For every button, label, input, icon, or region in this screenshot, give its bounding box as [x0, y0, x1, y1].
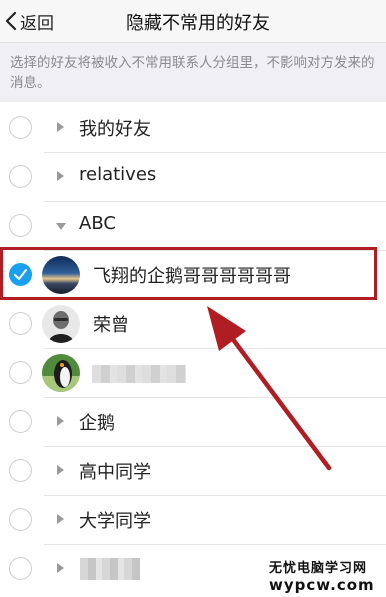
watermark-line2: wypcw.com [269, 576, 375, 594]
friend-row-selected[interactable]: 飞翔的企鹅哥哥哥哥哥哥 [0, 251, 386, 300]
expand-arrow-icon[interactable] [57, 514, 64, 524]
person-photo-icon [42, 305, 80, 343]
expand-arrow-icon[interactable] [57, 563, 64, 573]
avatar [42, 354, 80, 392]
watermark: 无忧电脑学习网 wypcw.com [266, 556, 380, 595]
sky-landscape-icon [42, 256, 80, 294]
avatar [42, 305, 80, 343]
group-label: 企鹅 [79, 413, 115, 434]
expand-arrow-icon[interactable] [57, 171, 64, 181]
select-radio[interactable] [9, 459, 32, 482]
group-row-qie[interactable]: 企鹅 [0, 398, 386, 447]
group-label: 我的好友 [79, 119, 151, 140]
redacted-name [92, 365, 186, 383]
group-row-my-friends[interactable]: 我的好友 [0, 104, 386, 153]
friend-row-rongzeng[interactable]: 荣曾 [0, 300, 386, 349]
watermark-line1: 无忧电脑学习网 [269, 561, 368, 576]
select-radio[interactable] [9, 165, 32, 188]
group-row-high-school[interactable]: 高中同学 [0, 447, 386, 496]
expand-arrow-icon[interactable] [57, 122, 64, 132]
select-radio[interactable] [9, 557, 32, 580]
group-row-abc[interactable]: ABC [0, 202, 386, 251]
description-text: 选择的好友将被收入不常用联系人分组里，不影响对方发来的消息。 [10, 55, 375, 91]
group-label: ABC [79, 213, 116, 234]
group-row-university[interactable]: 大学同学 [0, 496, 386, 545]
description-banner: 选择的好友将被收入不常用联系人分组里，不影响对方发来的消息。 [0, 43, 386, 102]
checkmark-icon [14, 269, 27, 280]
select-radio[interactable] [9, 361, 32, 384]
select-radio[interactable] [9, 508, 32, 531]
navigation-bar: 返回 隐藏不常用的好友 [0, 0, 386, 43]
collapse-arrow-icon[interactable] [56, 223, 66, 230]
group-label: 高中同学 [79, 462, 151, 483]
penguin-icon [42, 354, 80, 392]
select-radio-checked[interactable] [9, 263, 32, 286]
group-row-relatives[interactable]: relatives [0, 153, 386, 202]
page-title: 隐藏不常用的好友 [126, 13, 270, 34]
expand-arrow-icon[interactable] [57, 416, 64, 426]
expand-arrow-icon[interactable] [57, 465, 64, 475]
select-radio[interactable] [9, 214, 32, 237]
select-radio[interactable] [9, 312, 32, 335]
group-label: relatives [79, 164, 157, 185]
avatar [42, 256, 80, 294]
select-radio[interactable] [9, 116, 32, 139]
redacted-group-name [80, 558, 140, 580]
friend-name: 飞翔的企鹅哥哥哥哥哥哥 [93, 266, 291, 287]
group-label: 大学同学 [79, 511, 151, 532]
select-radio[interactable] [9, 410, 32, 433]
friend-name: 荣曾 [93, 315, 129, 336]
friend-row-blurred[interactable] [0, 349, 386, 398]
